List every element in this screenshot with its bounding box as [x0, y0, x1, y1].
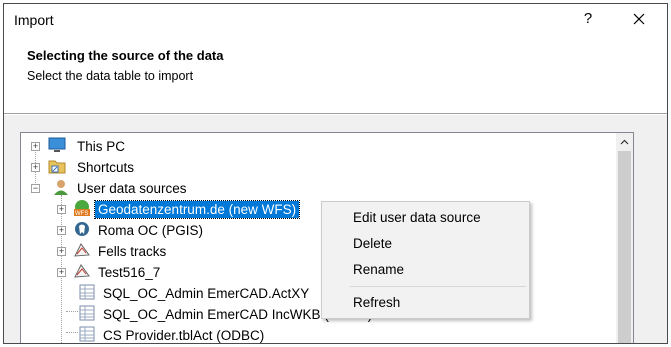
menu-item-label: Refresh — [353, 295, 401, 310]
expand-toggle[interactable]: + — [31, 163, 40, 172]
tracks-icon — [74, 243, 90, 257]
computer-icon — [48, 137, 66, 152]
tree-item-this-pc[interactable]: + This PC — [21, 136, 321, 156]
tree-item-shortcuts[interactable]: + Shortcuts — [21, 157, 321, 177]
menu-item-delete[interactable]: Delete — [322, 232, 529, 256]
tree-item-user-data-sources[interactable]: − User data sources — [21, 178, 321, 198]
menu-item-rename[interactable]: Rename — [322, 258, 529, 282]
expand-toggle[interactable]: + — [31, 142, 40, 151]
table-icon — [79, 305, 95, 321]
menu-item-refresh[interactable]: Refresh — [322, 291, 529, 315]
header-title: Selecting the source of the data — [27, 48, 224, 63]
header-subtitle: Select the data table to import — [27, 69, 194, 83]
tree-item-label: User data sources — [77, 181, 187, 196]
tree-item-label: Fells tracks — [98, 244, 167, 259]
expand-toggle[interactable]: + — [57, 205, 66, 214]
shortcut-folder-icon — [48, 160, 66, 174]
tree-item-test516-7[interactable]: + Test516_7 — [21, 262, 321, 282]
title-bar: Import ? — [4, 4, 667, 34]
tree-item-label: CS Provider.tblAct (ODBC) — [103, 328, 265, 343]
tree-item-cs-provider[interactable]: CS Provider.tblAct (ODBC) — [21, 325, 341, 343]
window-title: Import — [14, 12, 54, 28]
import-dialog: Import ? Selecting the source of the dat… — [3, 3, 668, 344]
chevron-up-icon — [620, 139, 629, 145]
expand-toggle[interactable]: + — [57, 226, 66, 235]
scroll-up-button[interactable] — [616, 133, 633, 150]
menu-item-edit-user-data-source[interactable]: Edit user data source — [322, 206, 529, 230]
tree-item-label: Shortcuts — [77, 160, 135, 175]
menu-item-label: Edit user data source — [353, 210, 481, 225]
database-elephant-icon — [75, 222, 89, 236]
menu-separator — [350, 286, 526, 287]
menu-item-label: Delete — [353, 236, 393, 251]
tree-item-geodatenzentrum[interactable]: + WFS Geodatenzentrum.de (new WFS) — [21, 199, 341, 219]
tree-item-label: Test516_7 — [98, 265, 161, 280]
help-button[interactable]: ? — [576, 8, 600, 30]
wfs-globe-icon: WFS — [74, 200, 90, 217]
svg-text:WFS: WFS — [75, 211, 88, 217]
tree-item-fells-tracks[interactable]: + Fells tracks — [21, 241, 321, 261]
table-icon — [79, 326, 95, 342]
tree-item-label: Roma OC (PGIS) — [98, 223, 204, 238]
menu-item-label: Rename — [353, 262, 405, 277]
close-button[interactable] — [624, 7, 654, 31]
tree-item-label: This PC — [77, 139, 126, 154]
tree-item-sql-actxy[interactable]: SQL_OC_Admin EmerCAD.ActXY — [21, 283, 341, 303]
expand-toggle[interactable]: + — [57, 268, 66, 277]
scrollbar-thumb[interactable] — [618, 151, 631, 343]
collapse-toggle[interactable]: − — [31, 184, 40, 193]
close-icon — [633, 13, 645, 25]
vertical-scrollbar[interactable] — [616, 133, 633, 343]
table-icon — [79, 284, 95, 300]
dialog-header: Selecting the source of the data Select … — [4, 34, 667, 114]
expand-toggle[interactable]: + — [57, 247, 66, 256]
tree-item-label: Geodatenzentrum.de (new WFS) — [93, 200, 301, 219]
context-menu: Edit user data source Delete Rename Refr… — [321, 201, 530, 319]
tree-item-label: SQL_OC_Admin EmerCAD.ActXY — [103, 286, 310, 301]
tree-item-roma-oc[interactable]: + Roma OC (PGIS) — [21, 220, 321, 240]
tracks-icon — [74, 264, 90, 278]
user-icon — [54, 180, 68, 195]
